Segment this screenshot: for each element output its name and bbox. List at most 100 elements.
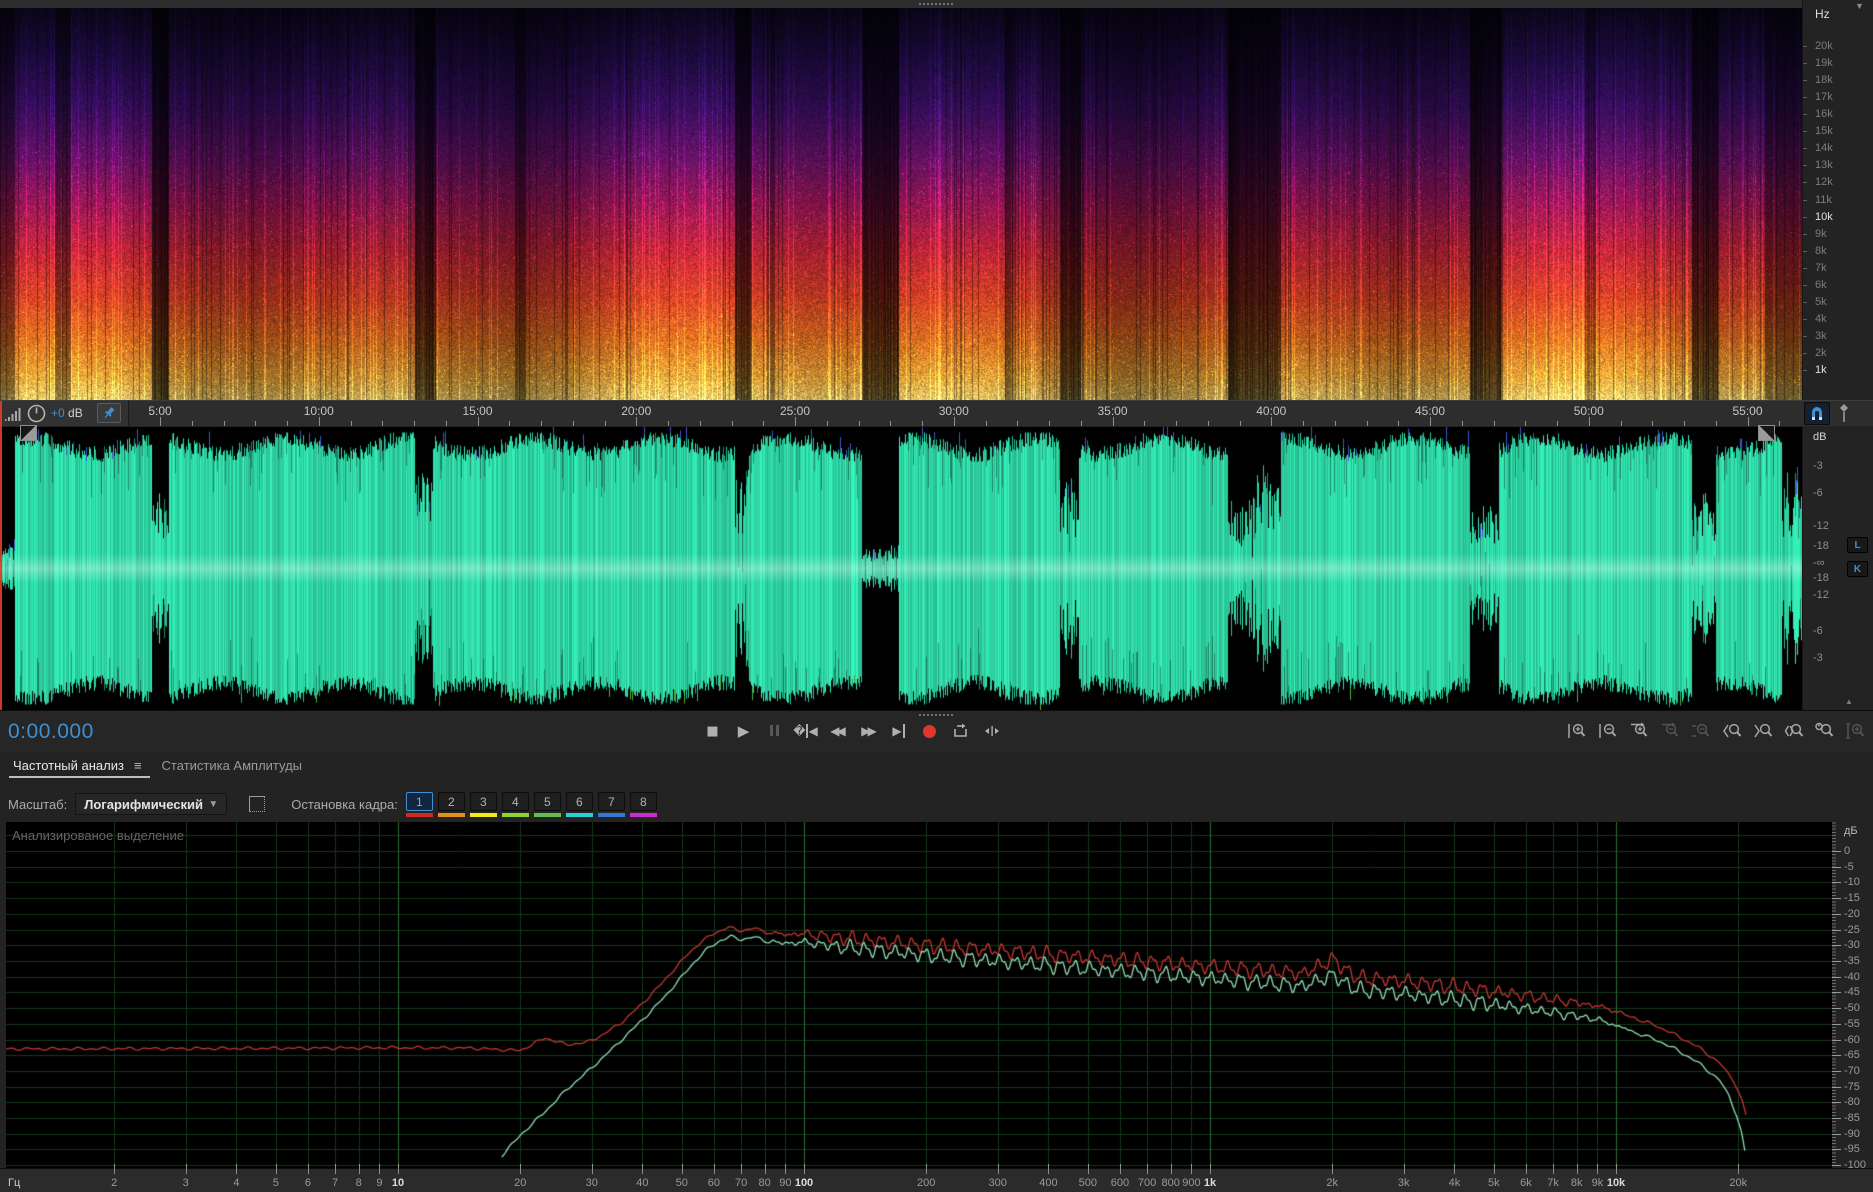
chart-db-label: -80 <box>1844 1096 1860 1109</box>
chart-freq-label: 5k <box>1487 1177 1500 1189</box>
hz-tick-label: 18k <box>1815 74 1833 87</box>
chart-freq-label: 30 <box>585 1177 598 1189</box>
waveform-display[interactable] <box>0 427 1802 710</box>
chart-freq-tick <box>1553 1164 1555 1174</box>
zoom-selection-out-point-button[interactable] <box>1750 717 1777 745</box>
chart-db-major-tick <box>1832 929 1841 931</box>
hz-tick <box>1803 336 1807 338</box>
chart-db-major-tick <box>1832 1055 1841 1057</box>
waveform-db-label: -6 <box>1813 625 1823 637</box>
zoom-in-time-button[interactable] <box>1626 717 1653 745</box>
chart-freq-label: 600 <box>1110 1177 1130 1189</box>
chart-db-label: -30 <box>1844 939 1860 952</box>
loop-playback-button[interactable] <box>946 717 975 745</box>
chart-db-label: -55 <box>1844 1017 1860 1030</box>
chart-freq-tick <box>1147 1164 1149 1174</box>
timeline-tick <box>1239 421 1241 426</box>
chart-freq-tick <box>1191 1164 1193 1174</box>
timeline-tick <box>826 421 828 426</box>
hold-button-1[interactable]: 1 <box>405 791 433 817</box>
scroll-up-arrow-icon[interactable]: ▲ <box>1845 697 1853 706</box>
clock-icon[interactable] <box>27 404 46 423</box>
hz-tick <box>1803 165 1807 167</box>
scale-select[interactable]: Логарифмический ▼ <box>75 793 228 815</box>
channel-left-button[interactable]: L <box>1847 537 1868 553</box>
waveform-db-ruler[interactable]: dB -3 -6 -12 -18 -∞ -18 -12 -6 -3 L K ▲ <box>1802 427 1873 710</box>
hold-button-4[interactable]: 4 <box>501 791 529 817</box>
timeline-label: 30:00 <box>938 404 969 418</box>
hz-tick <box>1803 370 1807 372</box>
chart-freq-tick <box>1454 1164 1456 1174</box>
pause-button[interactable] <box>760 717 789 745</box>
waveform-db-label: -12 <box>1813 520 1829 532</box>
waveform-corner-toggle-left[interactable] <box>20 425 37 441</box>
zoom-out-amplitude-button[interactable] <box>1595 717 1622 745</box>
hold-button-8[interactable]: 8 <box>629 791 657 817</box>
hold-button-2[interactable]: 2 <box>437 791 465 817</box>
spectrogram-panel-grip[interactable] <box>0 0 1802 8</box>
stop-button[interactable]: ■ <box>698 717 727 745</box>
timeline-tick <box>1144 421 1146 426</box>
chevron-down-icon[interactable]: ▼ <box>1855 1 1864 11</box>
chart-freq-label: 6k <box>1520 1177 1532 1189</box>
tab-frequency-analysis[interactable]: Частотный анализ ≡ <box>5 752 154 778</box>
hold-color-bar <box>565 812 593 817</box>
spectrogram-frequency-ruler[interactable]: ▼ Hz 20k 19k 18k 17k 16k 15k 14k 13k 12k 11k 10k 9k… <box>1802 0 1873 400</box>
copy-frames-icon[interactable] <box>249 796 266 812</box>
chart-db-ruler[interactable]: дБ 0 -5 -10 -15 -20 -25 -30 -35 -40 -45 -50 -55 -60 -… <box>1832 822 1873 1171</box>
play-button[interactable]: ▶ <box>729 717 758 745</box>
zoom-in-amplitude-button[interactable] <box>1564 717 1591 745</box>
hold-button-5[interactable]: 5 <box>533 791 561 817</box>
hold-button-3[interactable]: 3 <box>469 791 497 817</box>
chart-frequency-axis[interactable]: Гц 2 3 4 5 6 7 8 9 10 20 30 40 50 60 70 80 90 100 200 300 40… <box>0 1164 1873 1192</box>
marker-icon[interactable] <box>1838 403 1850 423</box>
chart-db-major-tick <box>1832 1102 1841 1104</box>
chart-freq-label: 20 <box>514 1177 527 1189</box>
grip-dots-icon <box>918 2 954 6</box>
hold-number: 2 <box>437 791 465 811</box>
skip-to-end-button[interactable]: ▶​ <box>884 717 913 745</box>
fast-forward-button[interactable]: ▶▶​ <box>853 717 882 745</box>
zoom-selection-in-point-button[interactable] <box>1719 717 1746 745</box>
current-time-display[interactable]: 0:00.000 <box>8 720 94 744</box>
hold-label: Остановка кадра: <box>291 796 398 812</box>
timeline-label: 5:00 <box>148 404 172 418</box>
chart-freq-label: 6 <box>304 1177 311 1189</box>
zoom-selection-button[interactable] <box>1781 717 1808 745</box>
playhead[interactable] <box>0 401 2 710</box>
hold-number: 3 <box>469 791 497 811</box>
waveform-db-label: -3 <box>1813 460 1823 472</box>
timeline-label: 40:00 <box>1256 404 1287 418</box>
record-button[interactable] <box>915 717 944 745</box>
rewind-button[interactable]: ◀◀​ <box>822 717 851 745</box>
hz-tick <box>1803 318 1807 320</box>
chart-freq-label: 9 <box>376 1177 383 1189</box>
waveform-panel[interactable] <box>0 425 1802 710</box>
frequency-analysis-chart[interactable] <box>6 822 1832 1168</box>
hz-tick-label: 19k <box>1815 57 1833 70</box>
chart-freq-tick <box>185 1164 187 1174</box>
timeline-ruler[interactable]: 5:00 10:00 15:00 20:00 25:00 30:00 35:00 40:00 4… <box>0 400 1873 426</box>
chart-db-major-tick <box>1832 1133 1841 1135</box>
waveform-corner-toggle-right[interactable] <box>1758 425 1775 441</box>
channel-right-button[interactable]: K <box>1847 561 1868 577</box>
snapping-toggle-button[interactable] <box>1804 402 1830 425</box>
chart-db-major-tick <box>1832 1086 1841 1088</box>
tab-amplitude-statistics[interactable]: Статистика Амплитуды <box>154 752 314 778</box>
zoom-duration-button[interactable] <box>1812 717 1839 745</box>
panel-menu-icon[interactable]: ≡ <box>134 758 142 773</box>
spectrogram-display[interactable] <box>0 8 1802 400</box>
hold-button-6[interactable]: 6 <box>565 791 593 817</box>
hz-tick-label: 2k <box>1815 347 1827 360</box>
pin-playhead-button[interactable] <box>97 403 121 423</box>
chart-freq-tick <box>642 1164 644 1174</box>
skip-selection-button[interactable] <box>977 717 1006 745</box>
chart-db-label: -15 <box>1844 892 1860 905</box>
skip-to-start-button[interactable]: �​◀ <box>791 717 820 745</box>
timeline-tick <box>191 421 193 426</box>
gain-value[interactable]: +0 dB <box>51 406 83 420</box>
chart-freq-tick <box>997 1164 999 1174</box>
timeline-tick <box>1684 421 1685 426</box>
hold-button-7[interactable]: 7 <box>597 791 625 817</box>
levels-meter-icon[interactable] <box>5 408 21 422</box>
